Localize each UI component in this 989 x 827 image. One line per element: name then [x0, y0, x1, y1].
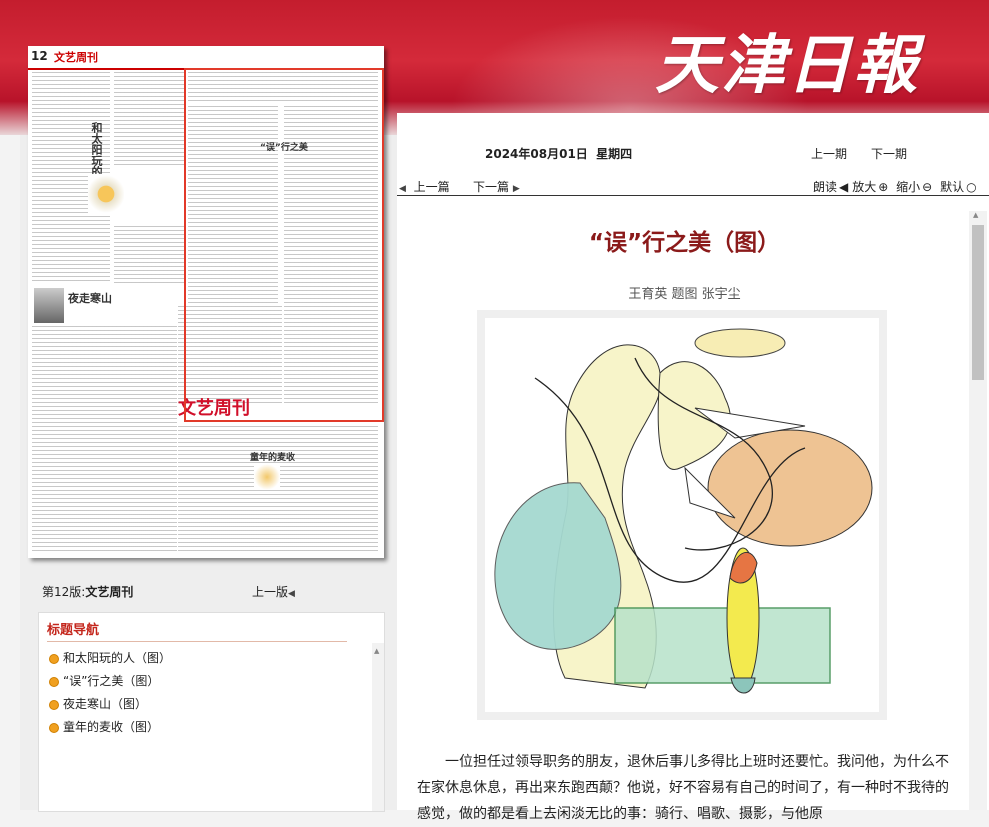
zoom-in-button[interactable]: 放大 ⊕ [852, 180, 890, 194]
bullet-icon [49, 722, 59, 733]
arrow-right-icon: ▶ [512, 184, 520, 194]
plus-circle-icon: ⊕ [878, 180, 889, 194]
circle-icon: ○ [966, 180, 977, 194]
thumb-title-3: 童年的麦收 [250, 453, 296, 463]
newspaper-page-thumbnail[interactable]: 12 文艺周刊 和太阳玩的人 夜走寒山 童年的麦收 “误”行之美 文艺周刊 [28, 46, 384, 558]
thumb-illustration-wheat [254, 464, 280, 490]
reading-tools: 朗读 ◀ 放大 ⊕ 缩小 ⊖ 默认 ○ [813, 178, 981, 195]
scroll-up-icon[interactable]: ▲ [374, 647, 379, 655]
article-panel: 2024年08月01日 星期四 上一期 下一期 ◀ 上一篇 下一篇 ▶ 朗读 ◀ 放… [397, 113, 989, 822]
speaker-icon: ◀ [839, 180, 849, 194]
title-navigation: 标题导航 和太阳玩的人（图） “误”行之美（图） 夜走寒山（图） 童年的麦收（图… [38, 612, 385, 812]
selected-article-frame [184, 68, 384, 422]
prev-article-link[interactable]: ◀ 上一篇 [399, 178, 450, 195]
nav-item[interactable]: 和太阳玩的人（图） [49, 649, 171, 666]
prev-edition-link[interactable]: 上一版◀ [252, 583, 295, 600]
article-figure [477, 310, 887, 720]
read-aloud-button[interactable]: 朗读 ◀ [813, 180, 850, 194]
arrow-left-icon: ◀ [288, 589, 295, 599]
nav-title: 标题导航 [47, 623, 100, 638]
nav-scrollbar[interactable]: ▲ [372, 643, 384, 811]
edition-caption: 第12版:文艺周刊 [42, 585, 134, 599]
article-toolbar: ◀ 上一篇 下一篇 ▶ 朗读 ◀ 放大 ⊕ 缩小 ⊖ 默认 ○ [397, 175, 989, 196]
article-body: 一位担任过领导职务的朋友，退休后事儿多得比上班时还要忙。我问他，为什么不在家休息… [417, 754, 949, 822]
thumb-edition-name: 文艺周刊 [54, 51, 98, 64]
article-scrollbar[interactable]: ▲ [969, 211, 987, 810]
nav-divider [47, 641, 347, 642]
thumb-illustration-sun [88, 174, 124, 214]
thumb-header: 12 文艺周刊 [28, 46, 384, 70]
issue-date: 2024年08月01日 星期四 [485, 147, 633, 161]
article-byline: 王育英 题图 张宇尘 [628, 287, 741, 302]
bullet-icon [49, 676, 59, 687]
next-article-link[interactable]: 下一篇 ▶ [473, 178, 520, 195]
minus-circle-icon: ⊖ [922, 180, 933, 194]
scrollbar-thumb[interactable] [972, 225, 984, 380]
zoom-out-button[interactable]: 缩小 ⊖ [896, 180, 934, 194]
edition-name: 文艺周刊 [85, 585, 134, 599]
arrow-left-icon: ◀ [399, 184, 406, 194]
article-title: “误”行之美（图） [588, 230, 781, 256]
abstract-illustration [494, 328, 873, 694]
thumb-title-2: 夜走寒山 [68, 292, 112, 305]
prev-issue-link[interactable]: 上一期 [811, 145, 847, 162]
default-size-button[interactable]: 默认 ○ [940, 180, 979, 194]
scroll-up-icon[interactable]: ▲ [973, 211, 978, 219]
bullet-icon [49, 699, 59, 710]
next-issue-link[interactable]: 下一期 [871, 145, 907, 162]
nav-item[interactable]: 童年的麦收（图） [49, 718, 159, 735]
thumb-edition-number: 12 [31, 49, 48, 63]
nav-item[interactable]: 夜走寒山（图） [49, 695, 147, 712]
bullet-icon [49, 653, 59, 664]
nav-item[interactable]: “误”行之美（图） [49, 672, 159, 689]
brand-logo: 天津日報 [655, 28, 919, 103]
thumb-illustration-mountain [34, 288, 64, 323]
